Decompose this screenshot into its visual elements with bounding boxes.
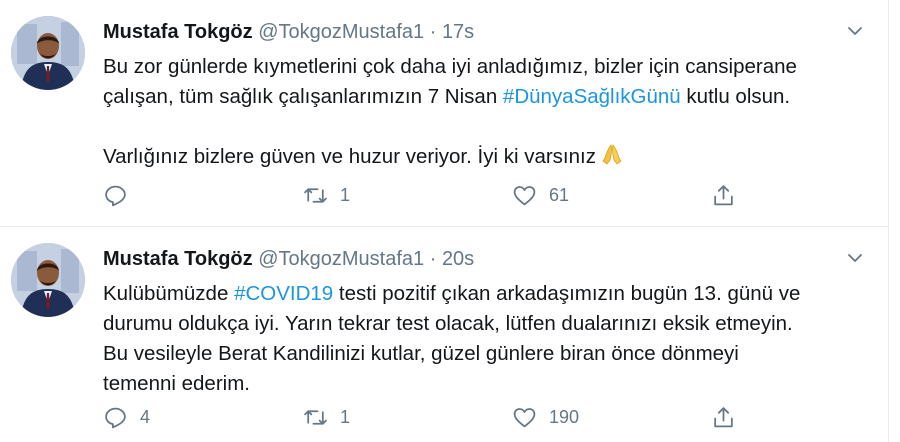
separator: · <box>429 248 437 270</box>
tweet[interactable]: Mustafa Tokgöz @TokgozMustafa1 · 17s Bu … <box>0 0 888 227</box>
tweet-line: Kulübümüzde #COVID19 testi pozitif çıkan… <box>103 279 883 309</box>
text-segment: kutlu olsun. <box>680 85 791 108</box>
like-button[interactable]: 190 <box>512 405 579 430</box>
heart-icon <box>513 186 536 206</box>
retweet-count: 1 <box>340 185 351 205</box>
reply-button[interactable]: 4 <box>103 405 150 430</box>
avatar[interactable] <box>11 243 85 317</box>
tweet-actions: 4 1 190 <box>103 405 753 433</box>
share-icon <box>714 185 733 206</box>
reply-icon <box>105 185 126 207</box>
hashtag-link[interactable]: #COVID19 <box>234 282 333 305</box>
tweet-text: Bu zor günlerde kıymetlerini çok daha iy… <box>103 52 883 175</box>
text-segment: testi pozitif çıkan arkadaşımızın bugün … <box>333 282 801 305</box>
tweet-line: temenni ederim. <box>103 372 250 395</box>
text-segment: Varlığınız bizlere güven ve huzur veriyo… <box>103 145 596 168</box>
author-name[interactable]: Mustafa Tokgöz <box>103 21 253 43</box>
like-button[interactable]: 61 <box>512 183 569 208</box>
like-count: 190 <box>549 407 580 427</box>
timestamp[interactable]: 17s <box>442 21 474 43</box>
share-button[interactable] <box>711 183 736 208</box>
timeline: Mustafa Tokgöz @TokgozMustafa1 · 17s Bu … <box>0 0 889 442</box>
heart-icon <box>513 408 536 428</box>
tweet-header: Mustafa Tokgöz @TokgozMustafa1 · 20s <box>103 248 474 271</box>
retweet-count: 1 <box>340 407 351 427</box>
avatar[interactable] <box>11 16 85 90</box>
text-segment: Kulübümüzde <box>103 282 235 305</box>
retweet-button[interactable]: 1 <box>303 405 350 430</box>
reply-icon <box>105 407 126 429</box>
chevron-down-icon[interactable] <box>846 249 864 267</box>
share-icon <box>714 407 733 428</box>
like-count: 61 <box>549 185 570 205</box>
tweet-line: Bu zor günlerde kıymetlerini çok daha iy… <box>103 55 797 78</box>
retweet-icon <box>304 410 327 425</box>
chevron-down-icon[interactable] <box>846 22 864 40</box>
text-segment: çalışan, tüm sağlık çalışanlarımızın 7 N… <box>103 85 503 108</box>
hashtag-link[interactable]: #DünyaSağlıkGünü <box>503 85 681 108</box>
timestamp[interactable]: 20s <box>442 248 474 270</box>
tweet-text: Kulübümüzde #COVID19 testi pozitif çıkan… <box>103 279 883 399</box>
tweet-actions: 1 61 <box>103 183 753 211</box>
reply-count: 4 <box>140 407 151 427</box>
tweet-line: Varlığınız bizlere güven ve huzur veriyo… <box>103 142 883 175</box>
tweet-header: Mustafa Tokgöz @TokgozMustafa1 · 17s <box>103 21 474 44</box>
author-handle[interactable]: @TokgozMustafa1 <box>258 21 424 43</box>
author-name[interactable]: Mustafa Tokgöz <box>103 248 253 270</box>
retweet-icon <box>304 188 327 203</box>
retweet-button[interactable]: 1 <box>303 183 350 208</box>
tweet-line: çalışan, tüm sağlık çalışanlarımızın 7 N… <box>103 82 883 112</box>
folded-hands-icon <box>600 142 624 175</box>
tweet-line: Bu vesileyle Berat Kandilinizi kutlar, g… <box>103 342 739 365</box>
reply-button[interactable] <box>103 183 140 208</box>
author-handle[interactable]: @TokgozMustafa1 <box>258 248 424 270</box>
separator: · <box>429 21 437 43</box>
share-button[interactable] <box>711 405 736 430</box>
tweet[interactable]: Mustafa Tokgöz @TokgozMustafa1 · 20s Kul… <box>0 227 888 442</box>
tweet-line: durumu oldukça iyi. Yarın tekrar test ol… <box>103 312 793 335</box>
